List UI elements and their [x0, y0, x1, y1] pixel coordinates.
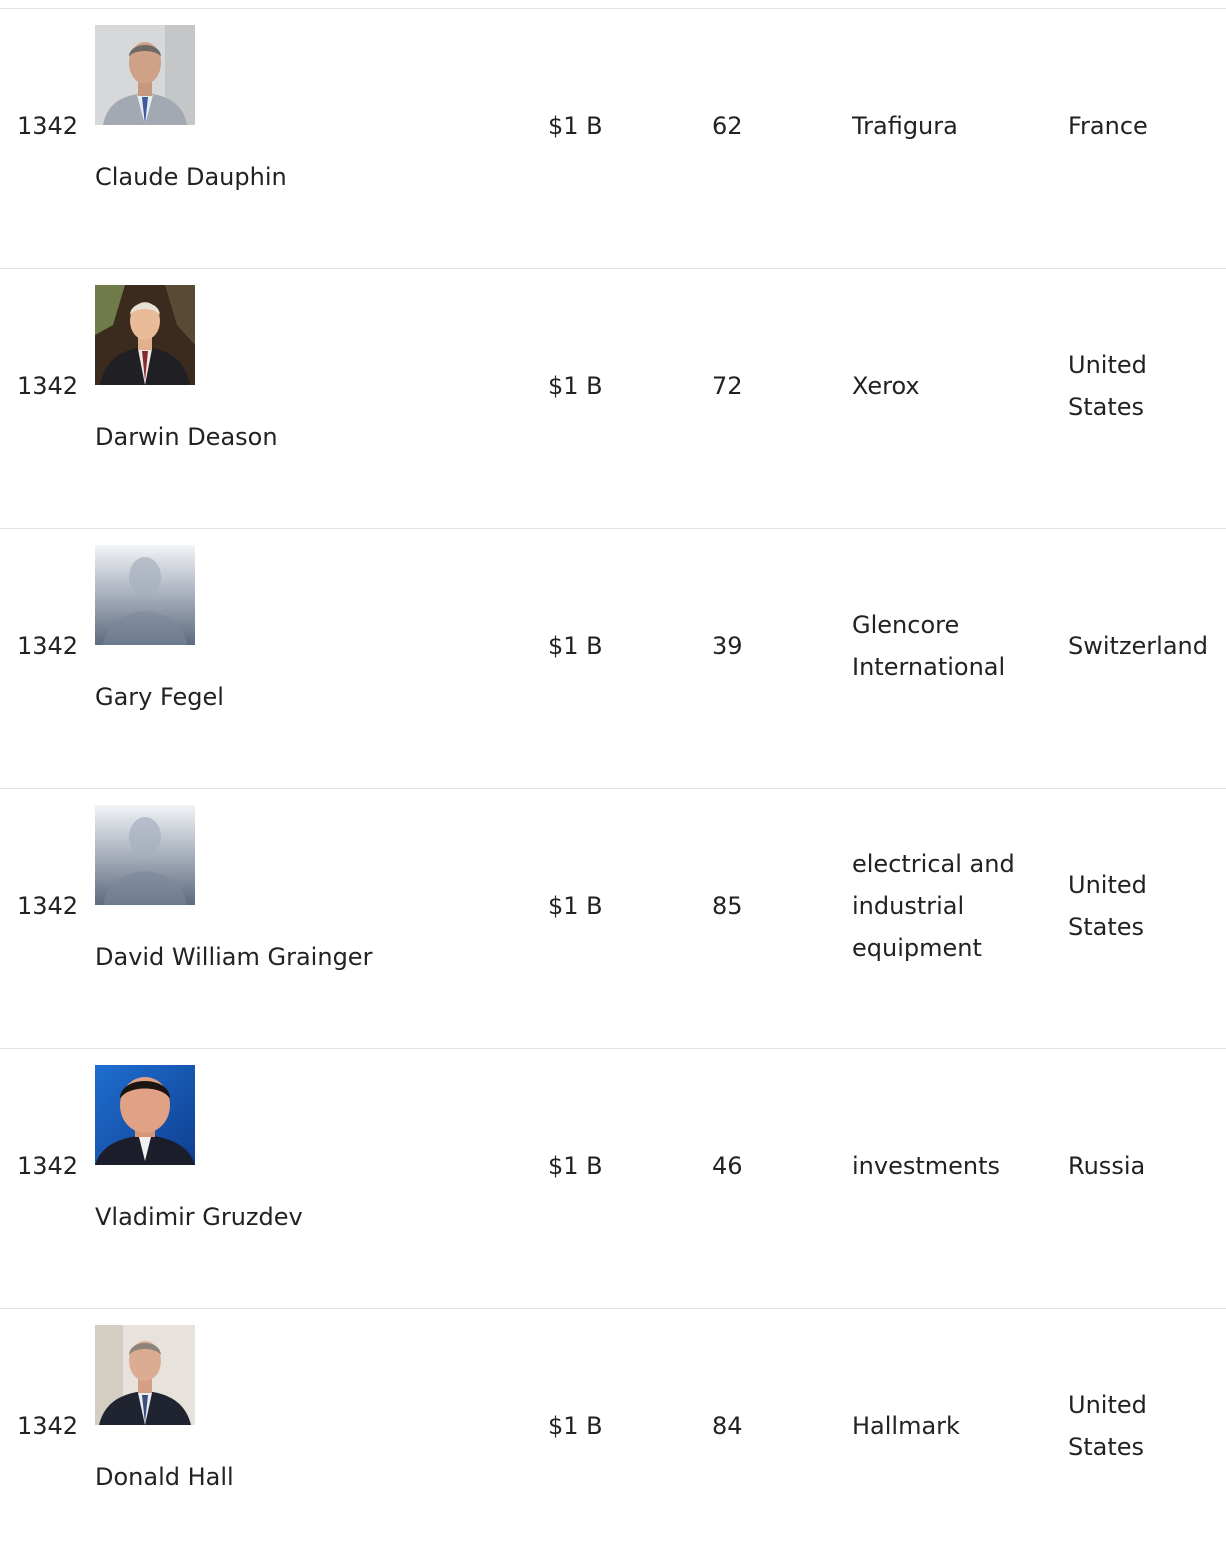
placeholder-avatar-icon[interactable] [95, 805, 195, 905]
age: 39 [712, 632, 743, 660]
vladimir-gruzdev-photo[interactable] [95, 1065, 195, 1165]
person-name-link[interactable]: Donald Hall [95, 1456, 234, 1498]
rank: 1342 [17, 1412, 79, 1440]
source-of-wealth: Xerox [852, 372, 920, 400]
donald-hall-photo[interactable] [95, 1325, 195, 1425]
net-worth: $1 B [548, 112, 603, 140]
list-row: 1342 Darwin Deason $1 B 72 Xerox United … [0, 268, 1226, 528]
placeholder-avatar-image [95, 805, 195, 905]
person-name-link[interactable]: Vladimir Gruzdev [95, 1196, 303, 1238]
placeholder-avatar-image [95, 545, 195, 645]
list-row: 1342 Gary Fegel $1 B 39 Glencore Interna… [0, 528, 1226, 788]
country: Russia [1068, 1152, 1146, 1180]
person-name-link[interactable]: David William Grainger [95, 936, 372, 978]
net-worth: $1 B [548, 1152, 603, 1180]
rank: 1342 [17, 372, 79, 400]
source-of-wealth: electrical and industrial equipment [852, 850, 1015, 962]
source-of-wealth: Trafigura [852, 112, 958, 140]
age: 46 [712, 1152, 743, 1180]
portrait-image [95, 25, 195, 125]
country: United States [1068, 1391, 1147, 1461]
age: 84 [712, 1412, 743, 1440]
portrait-image [95, 1065, 195, 1165]
source-of-wealth: Hallmark [852, 1412, 960, 1440]
list-row: 1342 David William Grainger $1 B 85 elec… [0, 788, 1226, 1048]
billionaire-list: 1342 Claude Dauphin $1 B 62 Trafigura Fr… [0, 8, 1226, 1568]
net-worth: $1 B [548, 1412, 603, 1440]
list-row: 1342 Vladimir Gruzdev $1 B 46 investment [0, 1048, 1226, 1308]
person-name-link[interactable]: Claude Dauphin [95, 156, 287, 198]
age: 72 [712, 372, 743, 400]
rank: 1342 [17, 1152, 79, 1180]
portrait-image [95, 285, 195, 385]
portrait-image [95, 1325, 195, 1425]
country: France [1068, 112, 1148, 140]
age: 62 [712, 112, 743, 140]
rank: 1342 [17, 892, 79, 920]
country: United States [1068, 871, 1147, 941]
country: United States [1068, 351, 1147, 421]
net-worth: $1 B [548, 372, 603, 400]
net-worth: $1 B [548, 892, 603, 920]
list-row: 1342 Claude Dauphin $1 B 62 Trafigura Fr… [0, 8, 1226, 268]
placeholder-avatar-icon[interactable] [95, 545, 195, 645]
net-worth: $1 B [548, 632, 603, 660]
rank: 1342 [17, 112, 79, 140]
source-of-wealth: Glencore International [852, 611, 1006, 681]
source-of-wealth: investments [852, 1152, 1001, 1180]
rank: 1342 [17, 632, 79, 660]
claude-dauphin-photo[interactable] [95, 25, 195, 125]
darwin-deason-photo[interactable] [95, 285, 195, 385]
list-row: 1342 Donald Hall $1 B 84 Hallmark United… [0, 1308, 1226, 1568]
person-name-link[interactable]: Darwin Deason [95, 416, 278, 458]
person-name-link[interactable]: Gary Fegel [95, 676, 224, 718]
country: Switzerland [1068, 632, 1208, 660]
age: 85 [712, 892, 743, 920]
